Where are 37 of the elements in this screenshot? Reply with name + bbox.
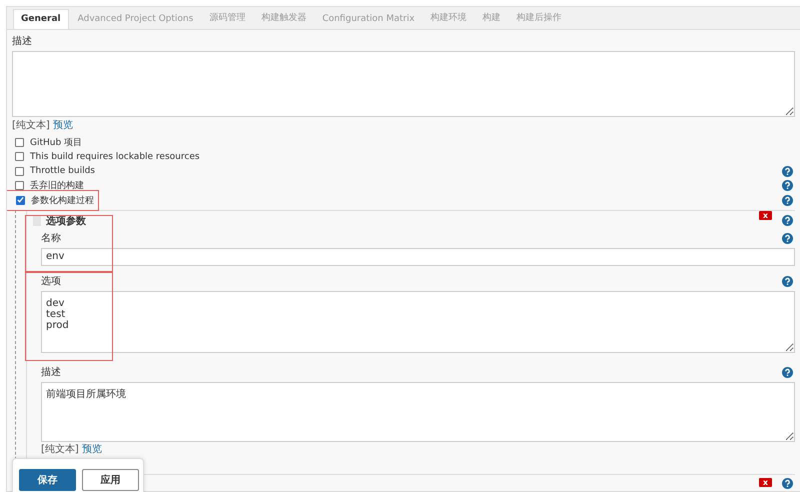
format-note: [纯文本] 预览 <box>41 444 103 454</box>
preview-link[interactable]: 预览 <box>52 120 73 131</box>
checkbox[interactable] <box>15 138 24 147</box>
preview-link[interactable]: 预览 <box>82 444 102 454</box>
help-icon[interactable] <box>782 366 793 378</box>
help-icon[interactable] <box>782 478 793 488</box>
format-note: [纯文本] 预览 <box>12 120 74 132</box>
help-icon[interactable] <box>782 276 793 286</box>
help-icon[interactable] <box>782 215 793 226</box>
help-icon[interactable] <box>782 232 793 244</box>
text-area[interactable]: 前端项目所属环境 <box>41 382 795 442</box>
input-field[interactable]: env <box>41 248 795 266</box>
parameter-title: 选项参数 <box>46 214 86 228</box>
delete-button[interactable]: x <box>758 478 772 486</box>
checkbox-label: This build requires lockable resources <box>30 152 200 162</box>
checkbox[interactable] <box>15 152 24 162</box>
help-icon[interactable] <box>782 194 793 206</box>
tab[interactable]: General <box>13 9 69 29</box>
checkbox-label: 参数化构建过程 <box>31 194 94 207</box>
checkbox-label: Throttle builds <box>30 166 95 176</box>
help-icon[interactable] <box>782 166 793 177</box>
apply-button[interactable]: 应用 <box>82 469 139 491</box>
checkbox-label: GitHub 项目 <box>30 136 82 149</box>
checkbox[interactable] <box>16 196 25 205</box>
drag-handle-icon[interactable] <box>33 216 41 226</box>
field-label: 选项 <box>41 274 61 288</box>
field-label: 描述 <box>12 36 33 48</box>
checkbox-label: 丢弃旧的构建 <box>30 179 84 192</box>
text-area[interactable]: dev test prod <box>41 290 795 352</box>
checkbox[interactable] <box>15 181 24 190</box>
help-icon[interactable] <box>782 180 793 192</box>
description-field[interactable] <box>12 51 795 117</box>
field-label: 描述 <box>41 366 61 379</box>
save-button[interactable]: 保存 <box>19 469 76 491</box>
delete-button[interactable]: x <box>758 210 772 220</box>
checkbox[interactable] <box>15 166 24 176</box>
field-label: 名称 <box>41 232 61 245</box>
